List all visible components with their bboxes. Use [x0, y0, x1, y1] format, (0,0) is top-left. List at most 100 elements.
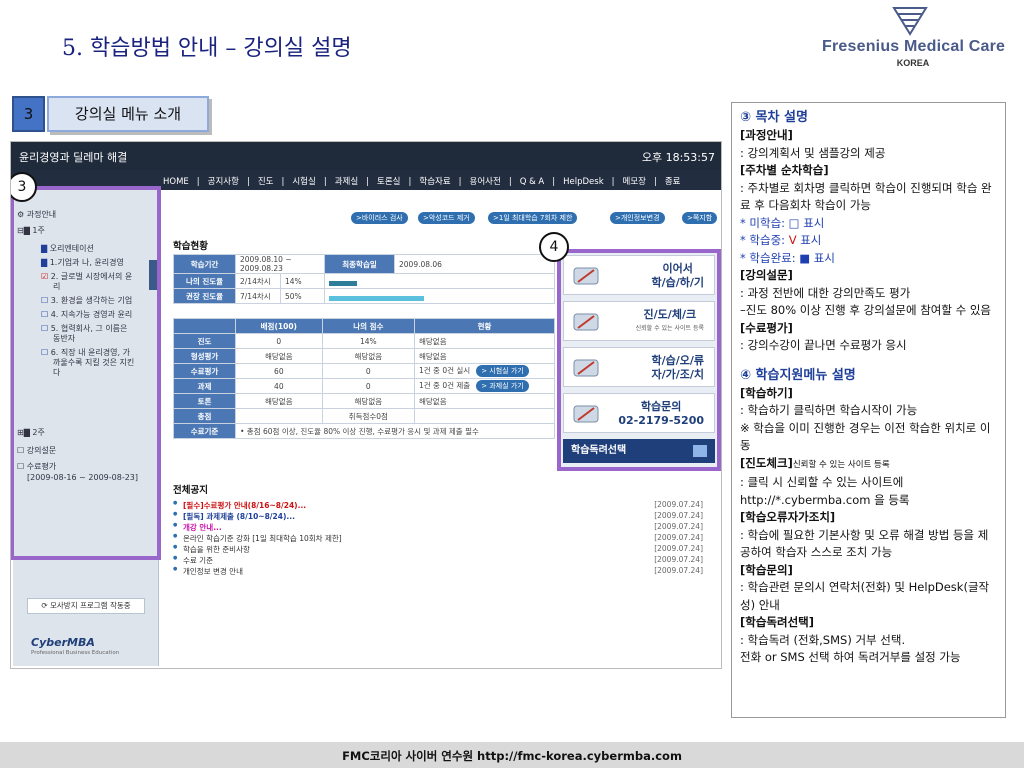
- score-header: 현황: [414, 318, 555, 334]
- score-row-label: 진도: [173, 333, 236, 349]
- progress-pct: 14%: [280, 273, 325, 289]
- nav-item[interactable]: 토론실: [377, 177, 400, 187]
- notice-item[interactable]: ● [필독] 과제제출 (8/10~8/24)... [2009.07.24]: [173, 511, 703, 522]
- score-cell: 해당없음: [235, 348, 323, 364]
- rec-count: 7/14차시: [235, 288, 281, 304]
- score-cell-text: 1건 중 0건 제출: [419, 381, 471, 390]
- notice-title: 수료 기준: [183, 556, 213, 565]
- nav-separator: |: [196, 177, 200, 187]
- panel-line-text: [학습오류자가조치]: [740, 510, 836, 524]
- utility-pill-button[interactable]: >개인정보변경: [610, 212, 665, 224]
- notice-item[interactable]: ● 학습을 위한 준비사항 [2009.07.24]: [173, 544, 703, 555]
- panel-line: * 학습중: V 표시: [740, 232, 997, 250]
- nav-item[interactable]: 과제실: [335, 177, 358, 187]
- panel-line: : 주차별로 회차명 클릭하면 학습이 진행되며 학습 완료 후 다음회차 학습…: [740, 180, 997, 215]
- nav-item[interactable]: 용어사전: [470, 177, 501, 187]
- tool-status-button[interactable]: ⟳ 모사방지 프로그램 작동중: [27, 598, 145, 614]
- lms-screenshot: 윤리경영과 딜레마 해결 오후 18:53:57 HOME | 공지사항 | 진도 | 시험…: [10, 141, 722, 669]
- nav-item[interactable]: 학습자료: [419, 177, 450, 187]
- notice-title: 개강 안내...: [183, 523, 222, 532]
- panel-line: : 과정 전반에 대한 강의만족도 평가: [740, 285, 997, 303]
- progress-count: 2/14차시: [235, 273, 281, 289]
- notice-date: [2009.07.24]: [654, 500, 703, 509]
- utility-pill-button[interactable]: >악성코드 제거: [418, 212, 475, 224]
- score-row-label: 과제: [173, 378, 236, 394]
- nav-item[interactable]: 공지사항: [208, 177, 239, 187]
- nav-separator: |: [552, 177, 556, 187]
- nav-separator: |: [366, 177, 370, 187]
- panel-line: [강의설문]: [740, 267, 997, 285]
- panel-line-text: –진도 80% 이상 진행 후 강의설문에 참여할 수 있음: [740, 303, 991, 317]
- panel-line-text: * 학습완료: ■ 표시: [740, 250, 835, 265]
- score-cell: 40: [235, 378, 323, 394]
- notice-item[interactable]: ● [필수]수료평가 안내(8/16~8/24)... [2009.07.24]: [173, 500, 703, 511]
- score-cell-text: 60: [274, 366, 284, 376]
- panel-line-text: * 학습중:: [740, 233, 789, 247]
- panel-line: [주차별 순차학습]: [740, 162, 997, 180]
- panel-line: : 클릭 시 신뢰할 수 있는 사이트에 http://*.cybermba.c…: [740, 474, 997, 509]
- nav-item[interactable]: 메모장: [623, 177, 646, 187]
- notice-title: 개인정보 변경 안내: [183, 567, 243, 576]
- score-cell-text: 진도: [197, 336, 212, 346]
- panel-section-3: [과정안내]: 강의계획서 및 샘플강의 제공 [주차별 순차학습]: 주차별로 …: [740, 127, 997, 355]
- score-row-label: 형성평가: [173, 348, 236, 364]
- score-cell-text: 0: [276, 336, 282, 346]
- notice-item[interactable]: ● 온라인 학습기준 강화 [1일 최대학습 10회차 제한] [2009.07.2…: [173, 533, 703, 544]
- score-cell: 해당없음: [414, 393, 555, 409]
- nav-separator: |: [508, 177, 512, 187]
- notice-title: 온라인 학습기준 강화 [1일 최대학습 10회차 제한]: [183, 534, 342, 543]
- nav-separator: |: [408, 177, 412, 187]
- bullet-icon: ●: [173, 544, 178, 550]
- panel-line-text: : 학습관련 문의시 연락처(전화) 및 HelpDesk(글작성) 안내: [740, 580, 990, 612]
- notice-item[interactable]: ● 개강 안내... [2009.07.24]: [173, 522, 703, 533]
- callout-4: 4: [539, 232, 569, 262]
- nav-separator: |: [323, 177, 327, 187]
- panel-line-note: 신뢰할 수 있는 사이트 등록: [792, 459, 890, 470]
- lms-nav-items: HOME | 공지사항 | 진도 | 시험실 | 과제실 | 토론실 | 학습자료 | 용어사전 | Q & A…: [159, 175, 684, 187]
- panel-line-text: 전화 or SMS 선택 하여 독려거부를 설정 가능: [740, 650, 961, 664]
- nav-item[interactable]: HOME: [163, 177, 189, 187]
- tool-status-label: 모사방지 프로그램 작동중: [50, 601, 131, 610]
- score-cell: [414, 408, 555, 424]
- nav-item[interactable]: 진도: [258, 177, 274, 187]
- panel-line-text: [학습하기]: [740, 385, 793, 400]
- exam-room-button[interactable]: > 시험실 가기: [476, 365, 529, 377]
- lms-titlebar: 윤리경영과 딜레마 해결 오후 18:53:57: [11, 142, 721, 170]
- highlight-box-3: [11, 186, 161, 560]
- bullet-icon: ●: [173, 555, 178, 561]
- notice-title: 학습을 위한 준비사항: [183, 545, 250, 554]
- assignment-room-button[interactable]: > 과제실 가기: [476, 380, 529, 392]
- score-cell: 해당없음: [414, 348, 555, 364]
- nav-item[interactable]: 시험실: [292, 177, 315, 187]
- score-cell-text: 토론: [197, 396, 212, 406]
- cybermba-brand-sub: Professional Business Education: [31, 650, 120, 656]
- progress-bar-cell: [324, 273, 555, 289]
- score-cell-text: 14%: [359, 336, 377, 346]
- section-label: 강의실 메뉴 소개: [47, 96, 209, 132]
- notice-date: [2009.07.24]: [654, 544, 703, 553]
- panel-heading-4: ④ 학습지원메뉴 설명: [740, 367, 856, 383]
- utility-pill-button[interactable]: >쪽지함: [682, 212, 718, 224]
- nav-separator: |: [611, 177, 615, 187]
- notice-item[interactable]: ● 수료 기준 [2009.07.24]: [173, 555, 703, 566]
- score-cell-text: 과제: [197, 381, 212, 391]
- score-cell: 0: [321, 378, 416, 394]
- nav-item[interactable]: 종료: [665, 177, 681, 187]
- notice-item[interactable]: ● 개인정보 변경 안내 [2009.07.24]: [173, 566, 703, 577]
- progress-label: 나의 진도율: [173, 273, 236, 289]
- panel-line-text: : 학습하기 클릭하면 학습시작이 가능: [740, 403, 918, 417]
- panel-line-text: [학습문의]: [740, 562, 793, 577]
- panel-line: : 학습에 필요한 기본사항 및 오류 해결 방법 등을 제공하여 학습자 스스…: [740, 527, 997, 562]
- panel-line: [진도체크]신뢰할 수 있는 사이트 등록: [740, 455, 997, 475]
- panel-line-text: [진도체크]: [740, 455, 793, 470]
- notice-date: [2009.07.24]: [654, 566, 703, 575]
- utility-pill-button[interactable]: >1일 최대학습 7회차 제한: [488, 212, 578, 224]
- panel-section-4: [학습하기]: 학습하기 클릭하면 학습시작이 가능 ※ 학습을 이미 진행한 경…: [740, 385, 997, 667]
- panel-line-text: : 주차별로 회차명 클릭하면 학습이 진행되며 학습 완료 후 다음회차 학습…: [740, 180, 992, 213]
- utility-pill-button[interactable]: >바이러스 검사: [351, 212, 408, 224]
- score-header: [173, 318, 236, 334]
- nav-separator: |: [653, 177, 657, 187]
- nav-item[interactable]: HelpDesk: [563, 177, 604, 187]
- score-cell: 취득점수0점: [321, 408, 416, 424]
- nav-item[interactable]: Q & A: [520, 177, 545, 187]
